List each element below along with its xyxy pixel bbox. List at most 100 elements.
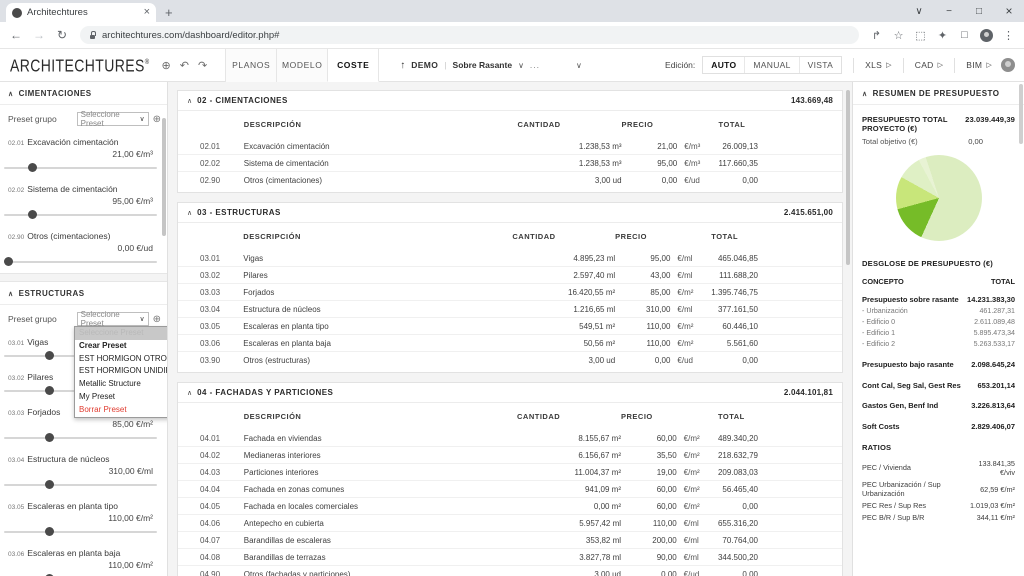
export-bim-button[interactable]: BIM▷ bbox=[966, 60, 992, 70]
user-avatar[interactable] bbox=[1001, 58, 1015, 72]
slider-cimentaciones-2[interactable] bbox=[4, 256, 157, 268]
redo-icon[interactable]: ↷ bbox=[198, 59, 207, 72]
table-row[interactable]: 04.08 Barandillas de terrazas 3.827,78 m… bbox=[178, 549, 842, 566]
table-row[interactable]: 03.01 Vigas 4.895,23 ml 95,00 €/ml 465.0… bbox=[178, 250, 842, 267]
card-header[interactable]: ∧ 04 - FACHADAS Y PARTICIONES 2.044.101,… bbox=[178, 383, 842, 403]
slider-cimentaciones-0[interactable] bbox=[4, 162, 157, 174]
table-row[interactable]: 03.02 Pilares 2.597,40 ml 43,00 €/ml 111… bbox=[178, 267, 842, 284]
table-row[interactable]: 04.01 Fachada en viviendas 8.155,67 m² 6… bbox=[178, 430, 842, 447]
preset-select[interactable]: Seleccione Preset ∨ bbox=[77, 112, 149, 126]
slider-thumb[interactable] bbox=[28, 163, 37, 172]
export-cad-button[interactable]: CAD▷ bbox=[915, 60, 944, 70]
mode-auto[interactable]: AUTO bbox=[703, 57, 745, 73]
target-icon[interactable]: ⊕ bbox=[162, 59, 171, 72]
add-preset-icon[interactable]: ⊕ bbox=[153, 114, 161, 125]
dropdown-option-metallic-structure[interactable]: Metallic Structure bbox=[75, 378, 168, 391]
breakdown-row: - Edificio 0 2.611.089,48 bbox=[862, 316, 1015, 327]
dropdown-option-est-hormigon-unidireccional[interactable]: EST HORMIGON UNIDIRECCIONAL bbox=[75, 365, 168, 378]
table-row[interactable]: 04.90 Otros (fachadas y particiones) 3,0… bbox=[178, 566, 842, 576]
card-header[interactable]: ∧ 03 - ESTRUCTURAS 2.415.651,00 bbox=[178, 203, 842, 223]
forward-icon[interactable]: → bbox=[29, 25, 49, 45]
maximize-icon[interactable]: □ bbox=[964, 0, 994, 22]
table-row[interactable]: 03.06 Escaleras en planta baja 50,56 m² … bbox=[178, 335, 842, 352]
slider-thumb[interactable] bbox=[45, 433, 54, 442]
pin-icon[interactable]: ✦ bbox=[933, 26, 952, 45]
tab-planos[interactable]: PLANOS bbox=[225, 49, 277, 82]
table-row[interactable]: 04.03 Particiones interiores 11.004,37 m… bbox=[178, 464, 842, 481]
slider-estructuras-2[interactable] bbox=[4, 432, 157, 444]
close-icon[interactable]: × bbox=[144, 7, 150, 18]
chevron-down-icon-secondary[interactable]: ∨ bbox=[576, 61, 582, 70]
slider-thumb[interactable] bbox=[45, 527, 54, 536]
back-icon[interactable]: ← bbox=[6, 25, 26, 45]
profile-avatar-icon[interactable] bbox=[980, 29, 993, 42]
sidebar-section-cimentaciones[interactable]: ∧ CIMENTACIONES bbox=[0, 82, 167, 105]
table-row[interactable]: 02.90 Otros (cimentaciones) 3,00 ud 0,00… bbox=[178, 172, 842, 189]
dropdown-option-crear[interactable]: Crear Preset bbox=[75, 340, 168, 353]
scrollbar-thumb[interactable] bbox=[846, 90, 850, 265]
upload-icon[interactable]: ↑ bbox=[400, 60, 405, 71]
panel-header[interactable]: ∧ RESUMEN DE PRESUPUESTO bbox=[853, 82, 1024, 105]
table-row[interactable]: 04.07 Barandillas de escaleras 353,82 ml… bbox=[178, 532, 842, 549]
scrollbar-thumb[interactable] bbox=[162, 118, 166, 236]
cell-total: 655.316,20 bbox=[718, 515, 842, 532]
favicon-icon bbox=[12, 8, 22, 18]
mode-manual[interactable]: MANUAL bbox=[745, 57, 799, 73]
slider-thumb[interactable] bbox=[4, 257, 13, 266]
table-row[interactable]: 04.06 Antepecho en cubierta 5.957,42 ml … bbox=[178, 515, 842, 532]
browser-tab[interactable]: Architechtures × bbox=[6, 3, 156, 22]
cell-qty: 1.238,53 m³ bbox=[517, 138, 621, 155]
main-scrollbar[interactable] bbox=[846, 90, 850, 576]
chevron-down-icon[interactable]: ∨ bbox=[904, 0, 934, 22]
bookmark-star-icon[interactable]: ☆ bbox=[889, 26, 908, 45]
slider-cimentaciones-1[interactable] bbox=[4, 209, 157, 221]
table-row[interactable]: 03.05 Escaleras en planta tipo 549,51 m²… bbox=[178, 318, 842, 335]
add-preset-icon[interactable]: ⊕ bbox=[153, 314, 161, 325]
dropdown-option-seleccione[interactable]: Seleccione Preset bbox=[75, 327, 168, 340]
extensions-icon[interactable]: ⬚ bbox=[911, 26, 930, 45]
table-row[interactable]: 04.04 Fachada en zonas comunes 941,09 m²… bbox=[178, 481, 842, 498]
side-panel-icon[interactable]: □ bbox=[955, 26, 974, 45]
more-options-icon[interactable]: ... bbox=[530, 60, 540, 70]
reload-icon[interactable]: ↻ bbox=[52, 25, 72, 45]
chevron-down-icon[interactable]: ∨ bbox=[518, 61, 524, 70]
tab-coste[interactable]: COSTE bbox=[327, 49, 379, 82]
table-row[interactable]: 04.05 Fachada en locales comerciales 0,0… bbox=[178, 498, 842, 515]
scrollbar-thumb[interactable] bbox=[1019, 84, 1023, 144]
table-row[interactable]: 02.02 Sistema de cimentación 1.238,53 m³… bbox=[178, 155, 842, 172]
slider-thumb[interactable] bbox=[45, 351, 54, 360]
table-row[interactable]: 02.01 Excavación cimentación 1.238,53 m³… bbox=[178, 138, 842, 155]
tab-modelo[interactable]: MODELO bbox=[276, 49, 328, 82]
slider-thumb[interactable] bbox=[45, 386, 54, 395]
cell-unit: €/m² bbox=[677, 498, 718, 515]
browser-menu-icon[interactable]: ⋮ bbox=[999, 26, 1018, 45]
sidebar-section-estructuras[interactable]: ∧ ESTRUCTURAS bbox=[0, 282, 167, 305]
card-header[interactable]: ∧ 02 - CIMENTACIONES 143.669,48 bbox=[178, 91, 842, 111]
preset-row-cimentaciones: Preset grupo Seleccione Preset ∨ ⊕ bbox=[0, 105, 167, 132]
slider-thumb[interactable] bbox=[45, 480, 54, 489]
table-row[interactable]: 03.03 Forjados 16.420,55 m² 85,00 €/m² 1… bbox=[178, 284, 842, 301]
table-row[interactable]: 04.02 Medianeras interiores 6.156,67 m² … bbox=[178, 447, 842, 464]
dropdown-option-est-hormigon-otro[interactable]: EST HORMIGON OTRO bbox=[75, 353, 168, 366]
slider-thumb[interactable] bbox=[28, 210, 37, 219]
window-close-icon[interactable]: × bbox=[994, 0, 1024, 22]
cell-qty: 3.827,78 ml bbox=[517, 549, 621, 566]
slider-estructuras-4[interactable] bbox=[4, 526, 157, 538]
undo-icon[interactable]: ↶ bbox=[180, 59, 189, 72]
preset-select-open[interactable]: Seleccione Preset ∨ bbox=[77, 312, 149, 326]
address-bar[interactable]: architechtures.com/dashboard/editor.php# bbox=[80, 26, 859, 44]
cell-total: 26.009,13 bbox=[719, 138, 842, 155]
export-xls-button[interactable]: XLS▷ bbox=[865, 60, 892, 70]
col-precio: PRECIO bbox=[621, 403, 677, 430]
table-row[interactable]: 03.04 Estructura de núcleos 1.216,65 ml … bbox=[178, 301, 842, 318]
mode-vista[interactable]: VISTA bbox=[800, 57, 841, 73]
share-icon[interactable]: ↱ bbox=[867, 26, 886, 45]
dropdown-option-borrar[interactable]: Borrar Preset bbox=[75, 404, 168, 417]
slider-estructuras-3[interactable] bbox=[4, 479, 157, 491]
total-project-label: PRESUPUESTO TOTAL PROYECTO (€) bbox=[862, 115, 965, 133]
minimize-icon[interactable]: − bbox=[934, 0, 964, 22]
dropdown-option-my-preset[interactable]: My Preset bbox=[75, 391, 168, 404]
level-label[interactable]: Sobre Rasante bbox=[453, 60, 513, 70]
table-row[interactable]: 03.90 Otros (estructuras) 3,00 ud 0,00 €… bbox=[178, 352, 842, 369]
new-tab-button[interactable]: + bbox=[165, 5, 173, 20]
